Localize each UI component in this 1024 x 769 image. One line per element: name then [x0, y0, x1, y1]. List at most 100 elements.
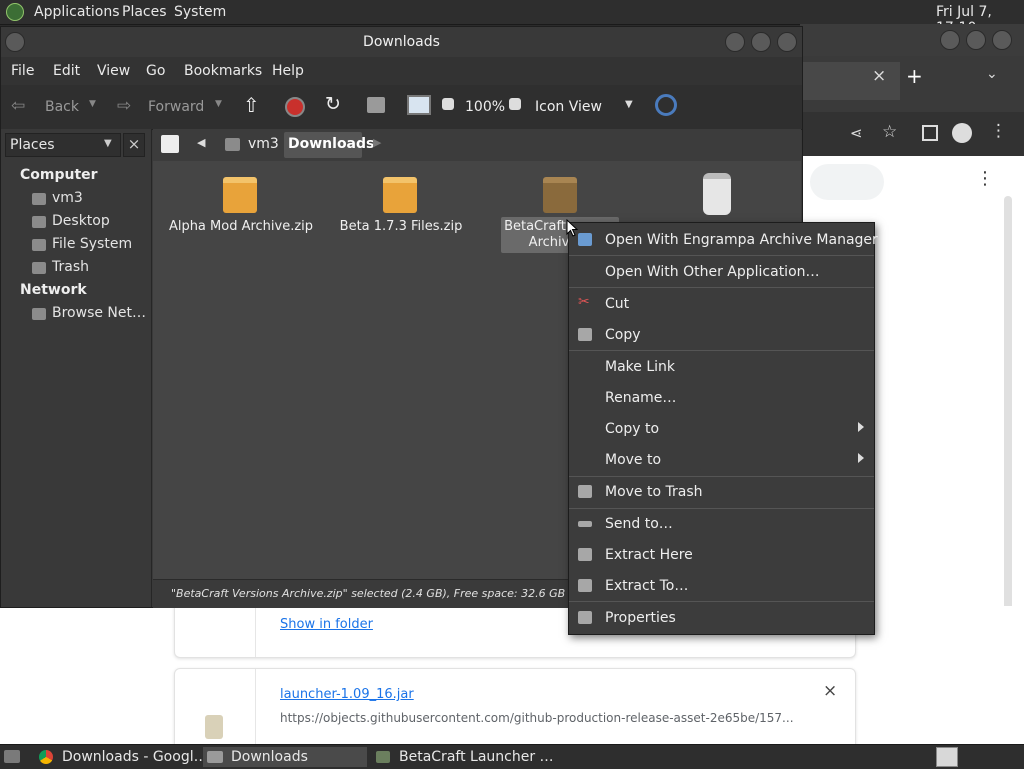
sidebar: Places ▼ × Computer vm3 Desktop File Sys…	[1, 129, 152, 607]
forward-button[interactable]: Forward	[148, 99, 204, 115]
system-menu[interactable]: System	[174, 4, 226, 20]
task-betacraft-launcher[interactable]: BetaCraft Launcher …	[372, 747, 554, 767]
show-in-folder-link[interactable]: Show in folder	[280, 617, 373, 632]
profile-avatar-icon[interactable]	[952, 123, 972, 143]
menu-help[interactable]: Help	[272, 63, 304, 79]
menu-view[interactable]: View	[97, 63, 130, 79]
menu-item-open-with-other[interactable]: Open With Other Application…	[569, 257, 874, 287]
zoom-out-icon[interactable]	[442, 98, 454, 110]
menu-item-make-link[interactable]: Make Link	[569, 352, 874, 382]
view-mode-select[interactable]: Icon View	[535, 99, 602, 115]
archive-manager-icon	[578, 233, 592, 246]
menu-item-move-to[interactable]: Move to	[569, 445, 874, 475]
sidebar-item-desktop[interactable]: Desktop	[52, 213, 110, 229]
submenu-arrow-icon	[858, 422, 864, 432]
menu-edit[interactable]: Edit	[53, 63, 80, 79]
sidebar-item-vm3[interactable]: vm3	[52, 190, 83, 206]
tab-search-icon[interactable]: ⌄	[986, 66, 998, 82]
menu-separator	[569, 255, 874, 256]
maximize-icon[interactable]	[966, 30, 986, 50]
download-file-link[interactable]: launcher-1.09_16.jar	[280, 687, 414, 702]
close-sidebar-icon[interactable]: ×	[123, 133, 145, 157]
location-toggle-icon[interactable]	[161, 135, 179, 153]
file-item[interactable]: Beta 1.7.3 Files.zip	[327, 169, 475, 239]
menu-item-move-to-trash[interactable]: Move to Trash	[569, 477, 874, 507]
toolbar: ⇦ Back ▼ ⇨ Forward ▼ ⇧ ↻ 100% Icon View …	[1, 85, 802, 130]
new-tab-icon[interactable]: +	[906, 64, 923, 88]
menu-go[interactable]: Go	[146, 63, 165, 79]
file-item[interactable]: Alpha Mod Archive.zip	[167, 169, 315, 239]
menu-item-cut[interactable]: ✂ Cut	[569, 289, 874, 319]
side-panel-icon[interactable]	[922, 125, 938, 141]
menu-separator	[569, 601, 874, 602]
sidebar-heading-computer: Computer	[20, 167, 98, 183]
forward-icon[interactable]: ⇨	[117, 96, 131, 116]
menu-item-extract-to[interactable]: Extract To…	[569, 571, 874, 601]
chevron-down-icon: ▼	[104, 138, 112, 149]
window-titlebar[interactable]: Downloads	[1, 27, 802, 58]
home-folder-icon	[32, 193, 46, 205]
up-icon[interactable]: ⇧	[243, 93, 260, 117]
menu-item-properties[interactable]: Properties	[569, 603, 874, 633]
menubar: File Edit View Go Bookmarks Help	[1, 57, 802, 85]
applications-menu[interactable]: Applications	[34, 4, 120, 20]
sidebar-heading-network: Network	[20, 282, 87, 298]
task-downloads-folder[interactable]: Downloads	[203, 747, 367, 767]
maximize-icon[interactable]	[751, 32, 771, 52]
menu-item-copy-to[interactable]: Copy to	[569, 414, 874, 444]
extract-icon	[578, 548, 592, 561]
reload-icon[interactable]: ↻	[325, 93, 341, 115]
minimize-icon[interactable]	[940, 30, 960, 50]
forward-history-icon[interactable]: ▼	[215, 99, 222, 109]
taskbar: Downloads - Googl… Downloads BetaCraft L…	[0, 744, 1024, 769]
stop-icon[interactable]	[285, 97, 305, 117]
submenu-arrow-icon	[858, 453, 864, 463]
top-panel: Applications Places System Fri Jul 7, 17…	[0, 0, 1024, 36]
desktop-icon	[32, 216, 46, 228]
drive-icon	[32, 239, 46, 251]
home-folder-icon	[225, 138, 240, 151]
menu-item-send-to[interactable]: Send to…	[569, 509, 874, 539]
share-icon[interactable]: ⋖	[850, 124, 863, 142]
computer-icon[interactable]	[407, 95, 431, 115]
back-button[interactable]: Back	[45, 99, 79, 115]
menu-item-rename[interactable]: Rename…	[569, 383, 874, 413]
scissors-icon: ✂	[578, 294, 590, 310]
zoom-in-icon[interactable]	[509, 98, 521, 110]
menu-item-copy[interactable]: Copy	[569, 320, 874, 350]
show-desktop-icon[interactable]	[4, 750, 20, 763]
workspace-switcher[interactable]	[936, 747, 958, 767]
back-icon[interactable]: ⇦	[11, 96, 25, 116]
search-icon[interactable]	[655, 94, 677, 116]
path-segment-vm3[interactable]: vm3	[248, 136, 279, 152]
menu-logo-icon[interactable]	[6, 3, 24, 21]
menu-item-extract-here[interactable]: Extract Here	[569, 540, 874, 570]
search-downloads-field[interactable]	[810, 164, 884, 200]
back-history-icon[interactable]: ▼	[89, 99, 96, 109]
trash-icon	[578, 485, 592, 498]
browser-menu-icon[interactable]: ⋮	[990, 121, 1007, 141]
path-left-arrow-icon[interactable]: ◀	[197, 136, 205, 149]
downloads-more-icon[interactable]: ⋮	[976, 168, 994, 189]
places-menu[interactable]: Places	[122, 4, 167, 20]
sidebar-item-browse-network[interactable]: Browse Net…	[52, 305, 146, 321]
path-segment-current[interactable]: Downloads	[284, 132, 374, 158]
path-right-arrow-icon[interactable]: ▶	[373, 136, 381, 149]
view-mode-dropdown-icon[interactable]: ▼	[625, 99, 633, 110]
menu-bookmarks[interactable]: Bookmarks	[184, 63, 262, 79]
close-tab-icon[interactable]: ×	[872, 66, 886, 86]
home-icon[interactable]	[367, 97, 385, 113]
file-item[interactable]	[699, 169, 739, 215]
menu-item-open-with-engrampa[interactable]: Open With Engrampa Archive Manager	[569, 225, 878, 255]
file-name-line1: BetaCraft	[504, 219, 566, 234]
close-icon[interactable]	[777, 32, 797, 52]
minimize-icon[interactable]	[725, 32, 745, 52]
task-chrome-downloads[interactable]: Downloads - Googl…	[34, 747, 208, 767]
sidebar-item-trash[interactable]: Trash	[52, 259, 89, 275]
sidebar-item-file-system[interactable]: File System	[52, 236, 132, 252]
places-selector[interactable]: Places ▼	[5, 133, 121, 157]
close-icon[interactable]	[992, 30, 1012, 50]
remove-download-icon[interactable]: ×	[823, 681, 837, 701]
bookmark-star-icon[interactable]: ☆	[882, 122, 897, 142]
menu-file[interactable]: File	[11, 63, 34, 79]
